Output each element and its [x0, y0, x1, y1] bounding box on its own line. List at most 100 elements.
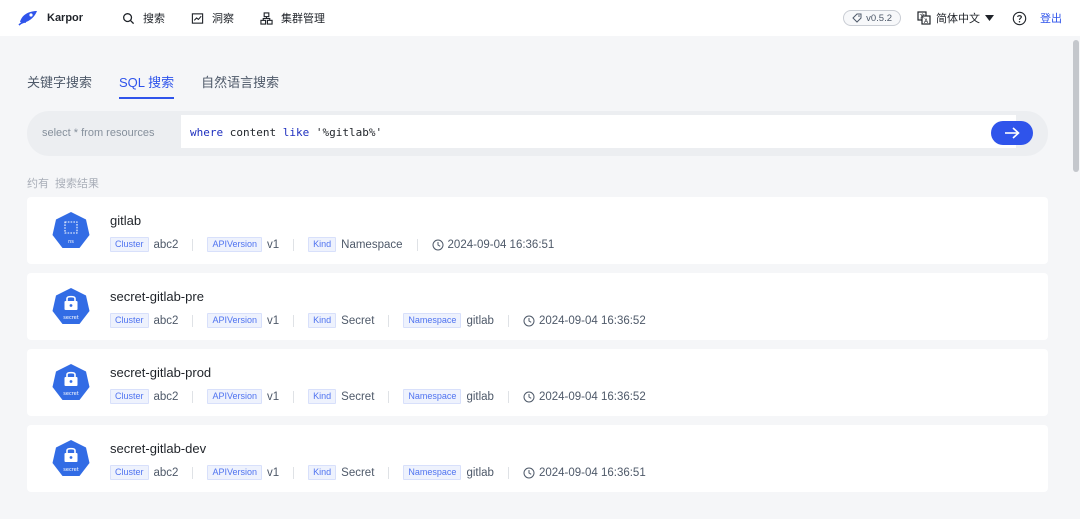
timestamp-value: 2024-09-04 16:36:52	[538, 390, 646, 403]
meta-divider	[293, 238, 295, 251]
header-right: v0.5.2 文 A 简体中文 登出	[843, 0, 1080, 36]
namespace-tag: Namespace	[403, 465, 462, 480]
sql-query-text: where content like '%gitlab%'	[190, 126, 382, 139]
clock-icon	[523, 391, 535, 402]
nav-search[interactable]: 搜索	[122, 10, 165, 26]
caret-down-icon	[985, 14, 994, 21]
nav-insight[interactable]: 洞察	[191, 10, 234, 26]
cluster-value: abc2	[153, 238, 179, 251]
meta-divider	[388, 390, 390, 403]
timestamp: 2024-09-04 16:36:52	[523, 315, 646, 327]
result-card[interactable]: ns gitlab Cluster abc2 APIVersion v1 Kind Names…	[27, 197, 1048, 264]
nav-search-label: 搜索	[143, 13, 165, 25]
timestamp-value: 2024-09-04 16:36:51	[538, 466, 646, 479]
tab-keyword-search[interactable]: 关键字搜索	[27, 72, 92, 99]
language-selector[interactable]: 文 A 简体中文	[917, 10, 994, 26]
kind-value: Namespace	[341, 238, 403, 251]
search-mode-tabs: 关键字搜索 SQL 搜索 自然语言搜索	[27, 72, 306, 99]
apiversion-tag: APIVersion	[207, 465, 262, 480]
search-submit-button[interactable]	[991, 121, 1033, 145]
kubernetes-secret-icon: secret	[52, 364, 90, 400]
meta-divider	[192, 314, 194, 327]
top-navbar: Karpor 搜索 洞察 集群管理 v0.5.2 文 A 简体中文 登出	[0, 0, 1080, 36]
resource-name: gitlab	[110, 213, 142, 228]
sql-search-bar: select * from resources where content li…	[27, 111, 1048, 156]
resource-meta: Cluster abc2 APIVersion v1 Kind Secret Namespa…	[110, 313, 646, 328]
karpor-logo-icon	[18, 11, 37, 26]
kubernetes-secret-icon: secret	[52, 440, 90, 476]
cluster-icon	[260, 11, 273, 25]
summary-prefix: 约有	[27, 178, 49, 190]
timestamp-value: 2024-09-04 16:36:52	[538, 314, 646, 327]
meta-divider	[293, 466, 295, 479]
namespace-value: gitlab	[466, 390, 494, 403]
tag-icon	[852, 13, 862, 23]
clock-icon	[432, 239, 444, 250]
help-icon[interactable]	[1012, 11, 1027, 26]
arrow-right-icon	[1005, 127, 1020, 139]
apiversion-tag: APIVersion	[207, 389, 262, 404]
results-summary: 约有 搜索结果	[27, 175, 99, 191]
meta-divider	[192, 238, 194, 251]
sql-query-input[interactable]: where content like '%gitlab%'	[181, 115, 1016, 148]
resource-meta: Cluster abc2 APIVersion v1 Kind Secret Namespa…	[110, 389, 646, 404]
result-card[interactable]: secret secret-gitlab-dev Cluster abc2 APIVer…	[27, 425, 1048, 492]
icon-caption: secret	[63, 467, 78, 473]
timestamp: 2024-09-04 16:36:51	[432, 238, 555, 251]
sql-keyword-like: like	[282, 126, 310, 139]
language-label: 简体中文	[936, 13, 980, 25]
tab-sql-search[interactable]: SQL 搜索	[119, 72, 175, 99]
timestamp: 2024-09-04 16:36:51	[523, 467, 646, 479]
kind-tag: Kind	[308, 465, 337, 480]
resource-meta: Cluster abc2 APIVersion v1 Kind Secret Namespa…	[110, 465, 646, 480]
brand[interactable]: Karpor	[18, 10, 122, 26]
apiversion-value: v1	[266, 466, 280, 479]
brand-name: Karpor	[47, 12, 84, 24]
scrollbar-thumb[interactable]	[1073, 40, 1079, 172]
nav-insight-label: 洞察	[212, 13, 234, 25]
timestamp: 2024-09-04 16:36:52	[523, 391, 646, 403]
version-text: v0.5.2	[866, 12, 892, 24]
sql-field: content	[223, 126, 283, 139]
nav-cluster-label: 集群管理	[281, 13, 325, 25]
resource-name: secret-gitlab-prod	[110, 365, 212, 380]
kind-value: Secret	[341, 466, 375, 479]
resource-name: secret-gitlab-pre	[110, 289, 204, 304]
kubernetes-namespace-icon: ns	[52, 212, 90, 248]
cluster-value: abc2	[153, 390, 179, 403]
namespace-value: gitlab	[466, 466, 494, 479]
meta-divider	[388, 466, 390, 479]
version-badge: v0.5.2	[843, 10, 901, 26]
meta-divider	[192, 390, 194, 403]
meta-divider	[293, 314, 295, 327]
clock-icon	[523, 315, 535, 326]
cluster-tag: Cluster	[110, 237, 149, 252]
timestamp-value: 2024-09-04 16:36:51	[447, 238, 555, 251]
meta-divider	[507, 314, 509, 327]
kubernetes-secret-icon: secret	[52, 288, 90, 324]
search-icon	[123, 12, 135, 24]
tab-natural-language-search[interactable]: 自然语言搜索	[201, 72, 279, 99]
result-card[interactable]: secret secret-gitlab-pre Cluster abc2 APIVer…	[27, 273, 1048, 340]
apiversion-value: v1	[266, 238, 280, 251]
sql-pattern: '%gitlab%'	[309, 126, 383, 139]
kind-tag: Kind	[308, 389, 337, 404]
result-card[interactable]: secret secret-gitlab-prod Cluster abc2 APIVe…	[27, 349, 1048, 416]
kind-value: Secret	[341, 314, 375, 327]
apiversion-tag: APIVersion	[207, 237, 262, 252]
nav-cluster-management[interactable]: 集群管理	[260, 10, 325, 26]
meta-divider	[388, 314, 390, 327]
apiversion-tag: APIVersion	[207, 313, 262, 328]
sql-keyword-where: where	[190, 126, 224, 139]
meta-divider	[416, 238, 418, 251]
logout-link[interactable]: 登出	[1040, 10, 1062, 26]
kind-tag: Kind	[308, 313, 337, 328]
kind-tag: Kind	[308, 237, 337, 252]
meta-divider	[507, 390, 509, 403]
cluster-tag: Cluster	[110, 389, 149, 404]
cluster-value: abc2	[153, 466, 179, 479]
cluster-tag: Cluster	[110, 465, 149, 480]
cluster-tag: Cluster	[110, 313, 149, 328]
namespace-tag: Namespace	[403, 313, 462, 328]
summary-suffix: 搜索结果	[55, 178, 99, 190]
